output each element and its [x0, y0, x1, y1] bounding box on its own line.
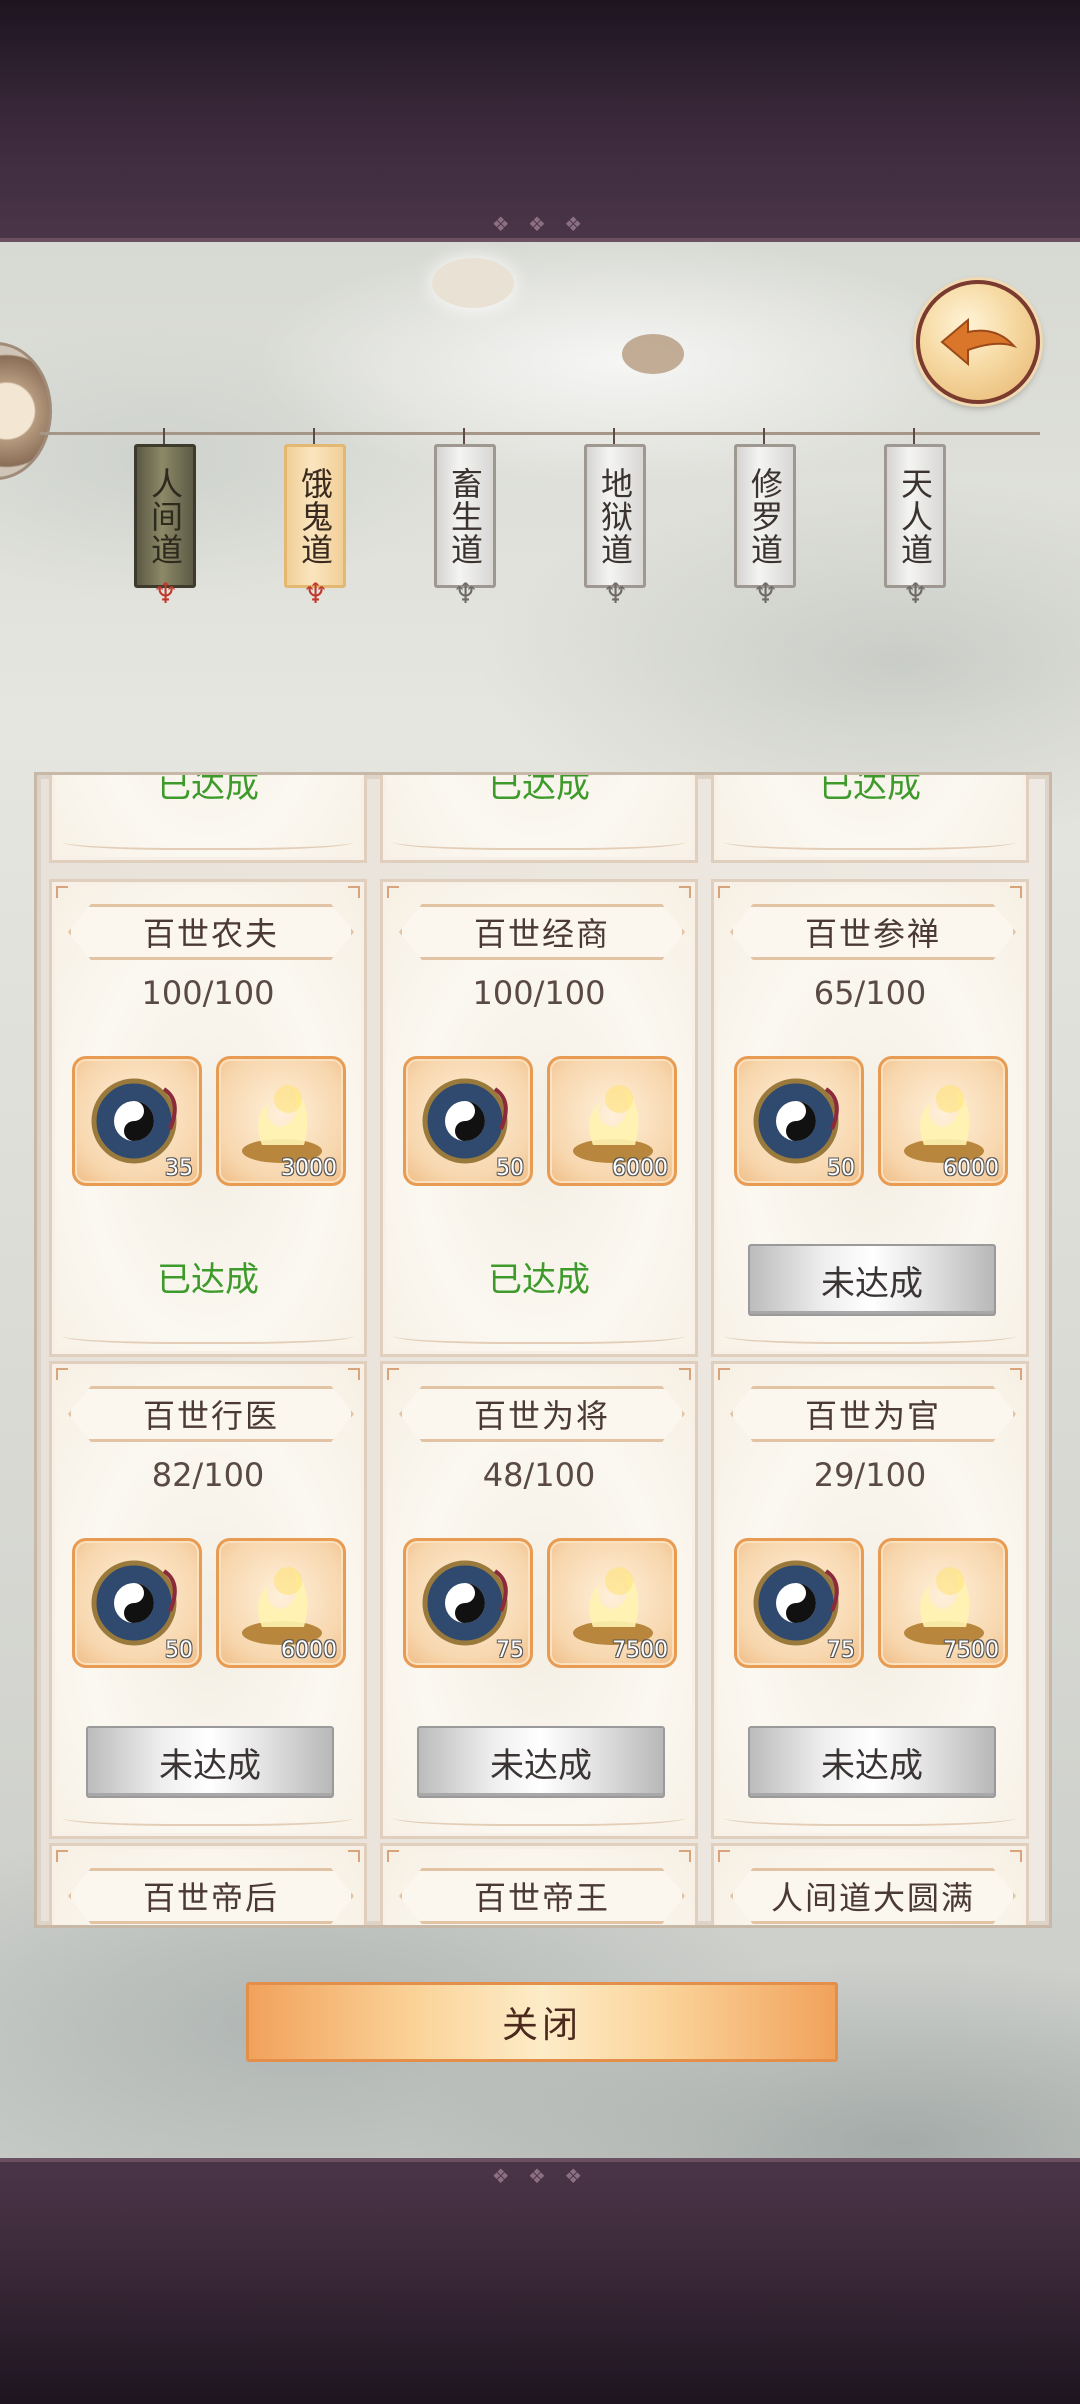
tab-label: 修罗道 [734, 444, 796, 588]
achievement-title: 百世帝后 [68, 1868, 354, 1924]
tab-label: 人间道 [134, 444, 196, 588]
achievement-progress: 48/100 [482, 1456, 596, 1494]
achievement-card: 百世农夫 100/100 35 3000 已达成 [49, 879, 367, 1357]
not-achieved-button[interactable]: 未达成 [748, 1726, 996, 1798]
tab-label: 天人道 [884, 444, 946, 588]
reward-slot[interactable]: 6000 [216, 1538, 346, 1668]
achievement-progress: 65/100 [813, 974, 927, 1012]
achievement-title: 人间道大圆满 [730, 1868, 1016, 1924]
reward-count: 50 [496, 1156, 524, 1181]
bottom-frame-bar: ❖ ❖ ❖ [0, 2158, 1080, 2404]
status-achieved: 已达成 [819, 772, 921, 806]
reward-slot[interactable]: 50 [403, 1056, 533, 1186]
achievement-card: 已达成 [711, 772, 1029, 863]
not-achieved-button[interactable]: 未达成 [417, 1726, 665, 1798]
achievement-progress: 100/100 [141, 974, 275, 1012]
reward-slot[interactable]: 50 [72, 1538, 202, 1668]
achievement-title: 百世行医 [68, 1386, 354, 1442]
reward-slot[interactable]: 3000 [216, 1056, 346, 1186]
status-achieved: 已达成 [157, 772, 259, 806]
reward-count: 75 [827, 1638, 855, 1663]
not-achieved-button[interactable]: 未达成 [86, 1726, 334, 1798]
achievement-title: 百世农夫 [68, 904, 354, 960]
achievement-list[interactable]: 已达成 已达成 已达成 百世农夫 100/100 35 3000 已达成 百世经… [34, 772, 1052, 1928]
achievement-title: 百世帝王 [399, 1868, 685, 1924]
reward-count: 7500 [943, 1638, 999, 1663]
cloud-moon-decoration [432, 258, 514, 308]
cloud-moon-decoration [622, 334, 684, 374]
back-arrow-icon [940, 317, 1018, 367]
achievement-card: 已达成 [380, 772, 698, 863]
reward-slot[interactable]: 7500 [547, 1538, 677, 1668]
achievement-title: 百世经商 [399, 904, 685, 960]
reward-slot[interactable]: 7500 [878, 1538, 1008, 1668]
achievement-card: 百世帝王 [380, 1843, 698, 1925]
not-achieved-button[interactable]: 未达成 [748, 1244, 996, 1316]
reward-slot[interactable]: 50 [734, 1056, 864, 1186]
reward-count: 7500 [612, 1638, 668, 1663]
tab-label: 畜生道 [434, 444, 496, 588]
tassel-icon: ♆ [603, 577, 629, 610]
achievement-card: 百世为将 48/100 75 7500 未达成 [380, 1361, 698, 1839]
status-achieved: 已达成 [157, 1260, 259, 1300]
bottom-ornament: ❖ ❖ ❖ [491, 2164, 589, 2188]
achievement-progress: 29/100 [813, 1456, 927, 1494]
reward-slot[interactable]: 6000 [547, 1056, 677, 1186]
reward-count: 6000 [281, 1638, 337, 1663]
reward-count: 6000 [612, 1156, 668, 1181]
status-achieved: 已达成 [488, 1260, 590, 1300]
achievement-card: 百世为官 29/100 75 7500 未达成 [711, 1361, 1029, 1839]
achievement-title: 百世为将 [399, 1386, 685, 1442]
realm-tabs: 人间道 ♆ 饿鬼道 ♆ 畜生道 ♆ 地狱道 ♆ 修罗道 ♆ 天人道 ♆ [0, 428, 1080, 708]
achievement-title: 百世参禅 [730, 904, 1016, 960]
reward-count: 3000 [281, 1156, 337, 1181]
tassel-icon: ♆ [453, 577, 479, 610]
top-frame-bar: ❖ ❖ ❖ [0, 0, 1080, 242]
tab-label: 地狱道 [584, 444, 646, 588]
achievement-card: 百世帝后 [49, 1843, 367, 1925]
close-button[interactable]: 关闭 [246, 1982, 838, 2062]
tab-label: 饿鬼道 [284, 444, 346, 588]
reward-count: 35 [165, 1156, 193, 1181]
achievement-card: 百世参禅 65/100 50 6000 未达成 [711, 879, 1029, 1357]
reward-slot[interactable]: 75 [734, 1538, 864, 1668]
reward-slot[interactable]: 6000 [878, 1056, 1008, 1186]
achievement-card: 人间道大圆满 [711, 1843, 1029, 1925]
status-achieved: 已达成 [488, 772, 590, 806]
reward-count: 50 [165, 1638, 193, 1663]
achievement-card: 百世经商 100/100 50 6000 已达成 [380, 879, 698, 1357]
top-ornament: ❖ ❖ ❖ [491, 212, 589, 236]
reward-count: 50 [827, 1156, 855, 1181]
achievement-title: 百世为官 [730, 1386, 1016, 1442]
tassel-icon: ♆ [153, 577, 179, 610]
reward-slot[interactable]: 35 [72, 1056, 202, 1186]
achievement-progress: 82/100 [151, 1456, 265, 1494]
reward-count: 75 [496, 1638, 524, 1663]
reward-count: 6000 [943, 1156, 999, 1181]
tassel-icon: ♆ [753, 577, 779, 610]
tassel-icon: ♆ [303, 577, 329, 610]
tassel-icon: ♆ [903, 577, 929, 610]
back-button[interactable] [916, 280, 1040, 404]
achievement-card: 百世行医 82/100 50 6000 未达成 [49, 1361, 367, 1839]
achievement-card: 已达成 [49, 772, 367, 863]
achievement-progress: 100/100 [472, 974, 606, 1012]
reward-slot[interactable]: 75 [403, 1538, 533, 1668]
